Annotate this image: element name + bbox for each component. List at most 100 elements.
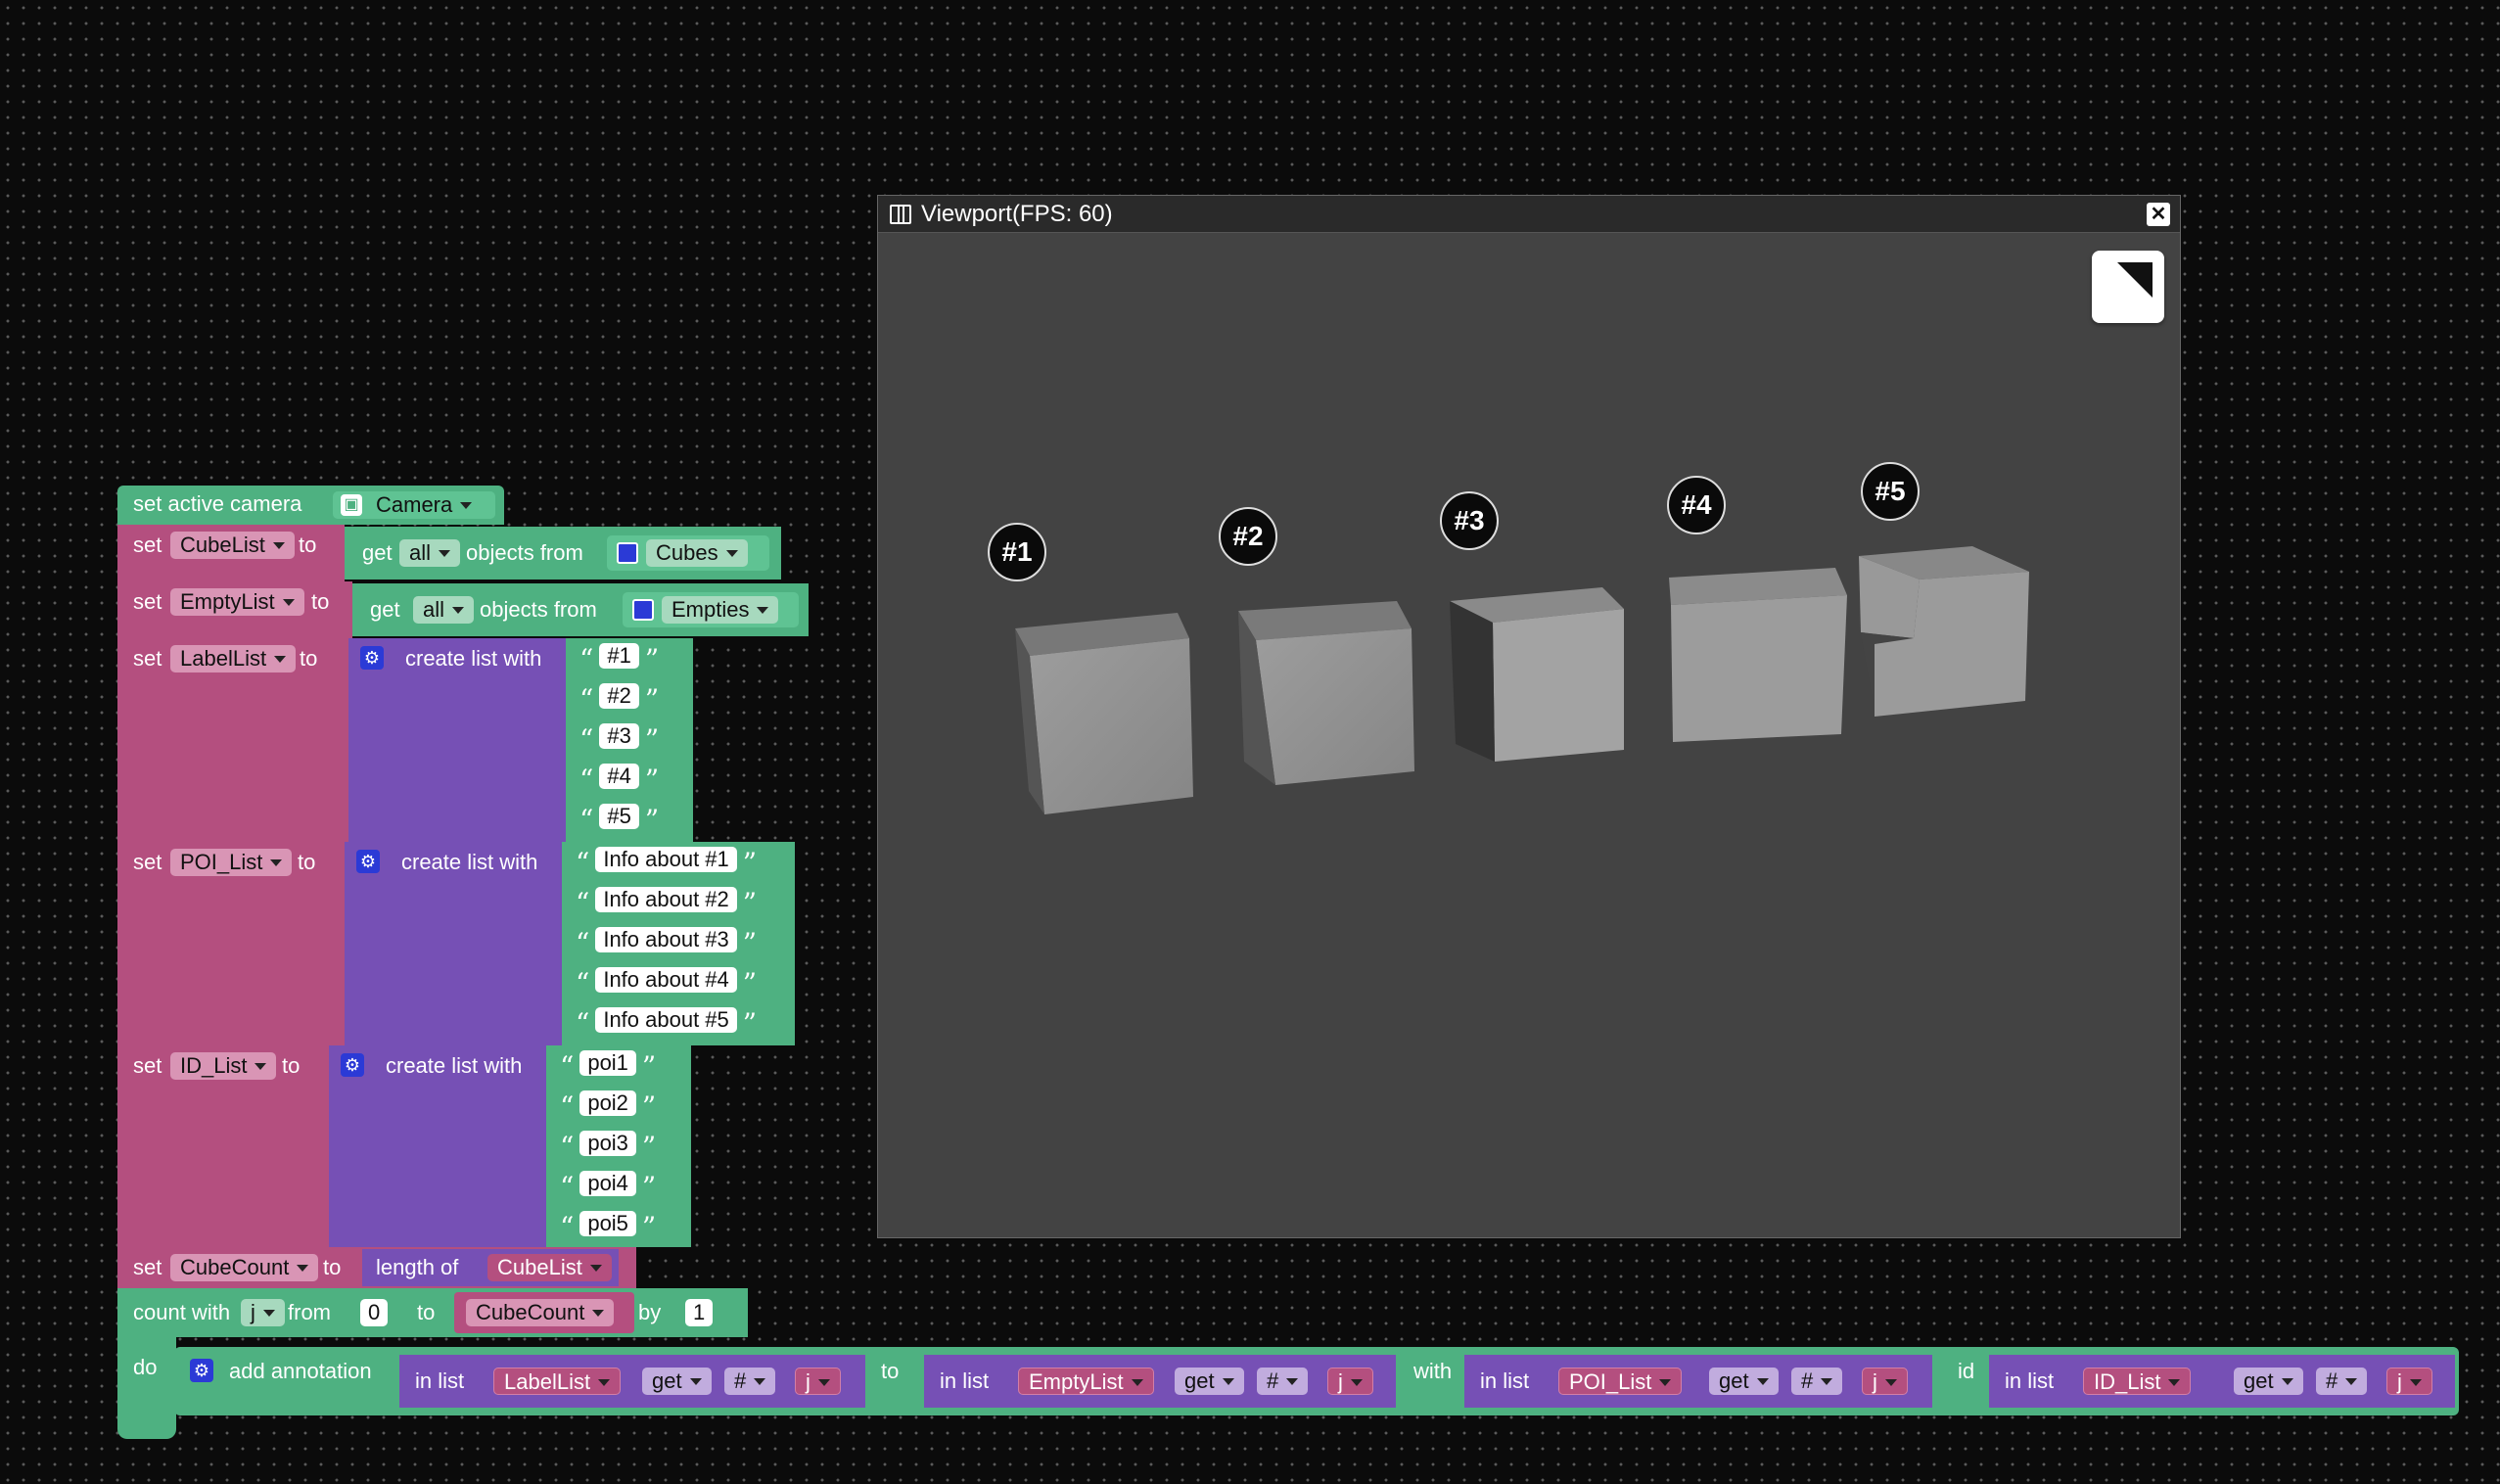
string-item[interactable]: “Info about #5”	[576, 1006, 757, 1038]
poi-in-list-get[interactable]: in list POI_List get # j	[1464, 1355, 1932, 1408]
length-source-dropdown[interactable]: CubeList	[487, 1254, 612, 1281]
get-label: get	[362, 540, 393, 565]
string-item[interactable]: “#4”	[579, 763, 659, 794]
get-dropdown[interactable]: get	[1175, 1368, 1244, 1395]
string-item[interactable]: “poi1”	[560, 1049, 656, 1081]
from-label: from	[288, 1300, 331, 1324]
loop-var-dropdown[interactable]: j	[241, 1299, 285, 1326]
get-empties-block[interactable]: get all objects from Empties	[352, 583, 809, 636]
from-value[interactable]: 0	[360, 1299, 389, 1326]
set-label: set	[133, 646, 162, 671]
index-mode-dropdown[interactable]: #	[1791, 1368, 1843, 1395]
annotation-marker-3[interactable]: #3	[1440, 491, 1499, 550]
get-dropdown[interactable]: get	[2234, 1368, 2303, 1395]
create-list-block-poi[interactable]: ⚙ create list with	[345, 842, 570, 1045]
cube-4[interactable]	[1669, 568, 1847, 742]
string-item[interactable]: “#5”	[579, 803, 659, 834]
cubecount-var-dropdown[interactable]: CubeCount	[170, 1254, 319, 1281]
get-dropdown[interactable]: get	[642, 1368, 712, 1395]
index-var-dropdown[interactable]: j	[1862, 1368, 1908, 1395]
empty-in-list-get[interactable]: in list EmptyList get # j	[924, 1355, 1396, 1408]
string-item[interactable]: “poi3”	[560, 1130, 656, 1161]
to-var-dropdown[interactable]: CubeCount	[466, 1299, 615, 1326]
string-item[interactable]: “Info about #4”	[576, 966, 757, 997]
close-icon[interactable]: ✕	[2147, 203, 2170, 226]
gear-icon[interactable]: ⚙	[360, 646, 384, 670]
gear-icon[interactable]: ⚙	[341, 1053, 364, 1077]
annotation-marker-2[interactable]: #2	[1219, 507, 1277, 566]
id-in-list-get[interactable]: in list ID_List get # j	[1989, 1355, 2455, 1408]
cube-3[interactable]	[1450, 587, 1624, 762]
label-in-list-get[interactable]: in list LabelList get # j	[399, 1355, 865, 1408]
empties-collection-selector[interactable]: Empties	[623, 592, 799, 627]
scene-canvas[interactable]	[878, 233, 2180, 1237]
id-label: id	[1958, 1359, 1975, 1383]
cubecount-getter[interactable]: CubeCount	[454, 1292, 634, 1333]
index-mode-dropdown[interactable]: #	[2316, 1368, 2368, 1395]
idlist-var-dropdown[interactable]: ID_List	[170, 1052, 277, 1080]
labellist-var-dropdown[interactable]: LabelList	[170, 645, 297, 672]
index-var-dropdown[interactable]: j	[795, 1368, 841, 1395]
string-item[interactable]: “#2”	[579, 682, 659, 714]
set-label: set	[133, 1255, 162, 1279]
camera-dropdown[interactable]: Camera	[366, 491, 482, 519]
empties-dropdown[interactable]: Empties	[662, 596, 779, 624]
set-cubelist-block[interactable]: set CubeList to	[117, 525, 345, 581]
annotation-marker-5[interactable]: #5	[1861, 462, 1920, 521]
list-dropdown[interactable]: LabelList	[493, 1368, 622, 1395]
index-mode-dropdown[interactable]: #	[724, 1368, 776, 1395]
add-annotation-block[interactable]: ⚙ add annotation in list LabelList get #…	[174, 1347, 2459, 1415]
string-item[interactable]: “Info about #1”	[576, 846, 757, 877]
set-idlist-block[interactable]: set ID_List to	[117, 1045, 329, 1247]
viewport-window[interactable]: Viewport(FPS: 60) ✕ #1 #2 #3 #4 #5	[877, 195, 2181, 1238]
create-list-label: create list with	[401, 850, 538, 874]
index-var-dropdown[interactable]: j	[2386, 1368, 2432, 1395]
set-poilist-block[interactable]: set POI_List to	[117, 842, 345, 1045]
cube-1[interactable]	[1015, 613, 1193, 814]
viewport-titlebar[interactable]: Viewport(FPS: 60) ✕	[878, 196, 2180, 233]
by-value[interactable]: 1	[685, 1299, 714, 1326]
index-mode-dropdown[interactable]: #	[1257, 1368, 1309, 1395]
set-cubecount-block[interactable]: set CubeCount to length of CubeList	[117, 1247, 636, 1288]
get-cubes-block[interactable]: get all objects from Cubes	[345, 527, 781, 580]
get-dropdown[interactable]: get	[1709, 1368, 1779, 1395]
string-item[interactable]: “poi2”	[560, 1090, 656, 1121]
create-list-block-labels[interactable]: ⚙ create list with	[348, 638, 574, 842]
poilist-var-dropdown[interactable]: POI_List	[170, 849, 293, 876]
string-item[interactable]: “poi4”	[560, 1170, 656, 1201]
string-item[interactable]: “#1”	[579, 642, 659, 673]
camera-selector[interactable]: ▣ Camera	[333, 491, 495, 519]
string-item[interactable]: “poi5”	[560, 1210, 656, 1241]
emptylist-var-dropdown[interactable]: EmptyList	[170, 588, 304, 616]
set-label: set	[133, 850, 162, 874]
collection-icon	[617, 542, 638, 564]
create-list-block-ids[interactable]: ⚙ create list with	[329, 1045, 554, 1247]
index-var-dropdown[interactable]: j	[1327, 1368, 1373, 1395]
set-labellist-block[interactable]: set LabelList to	[117, 638, 348, 842]
set-emptylist-block[interactable]: set EmptyList to	[117, 581, 352, 638]
cubes-collection-selector[interactable]: Cubes	[607, 535, 769, 571]
gear-icon[interactable]: ⚙	[356, 850, 380, 873]
cubelist-var-dropdown[interactable]: CubeList	[170, 532, 295, 559]
cube-5[interactable]	[1859, 546, 2029, 717]
list-dropdown[interactable]: EmptyList	[1018, 1368, 1154, 1395]
list-dropdown[interactable]: POI_List	[1558, 1368, 1683, 1395]
gear-icon[interactable]: ⚙	[190, 1359, 213, 1382]
with-label: with	[1413, 1359, 1453, 1383]
do-block: do	[117, 1337, 176, 1439]
cubes-dropdown[interactable]: Cubes	[646, 539, 748, 567]
string-item[interactable]: “#3”	[579, 722, 659, 754]
in-list-label: in list	[415, 1368, 465, 1393]
set-active-camera-block[interactable]: set active camera ▣ Camera	[117, 486, 504, 525]
annotation-marker-4[interactable]: #4	[1667, 476, 1726, 534]
get-mode-dropdown[interactable]: all	[399, 539, 461, 567]
annotation-marker-1[interactable]: #1	[988, 523, 1046, 581]
get-mode-dropdown[interactable]: all	[413, 596, 475, 624]
cube-2[interactable]	[1238, 601, 1414, 785]
camera-icon: ▣	[341, 494, 362, 516]
string-item[interactable]: “Info about #3”	[576, 926, 757, 957]
count-with-loop-block[interactable]: count with j from 0 to CubeCount by 1	[117, 1288, 748, 1337]
list-dropdown[interactable]: ID_List	[2083, 1368, 2192, 1395]
string-item[interactable]: “Info about #2”	[576, 886, 757, 917]
length-of-block[interactable]: length of CubeList	[362, 1249, 619, 1286]
